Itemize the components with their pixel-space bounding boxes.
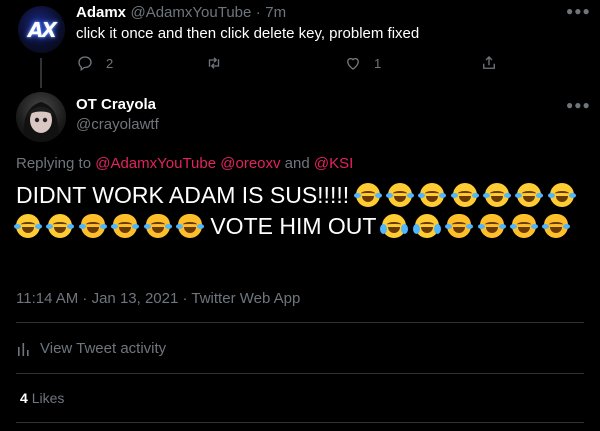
parent-time[interactable]: 7m xyxy=(265,4,286,21)
parent-more-icon[interactable]: ●●● xyxy=(566,4,591,18)
emoji-joy-cat xyxy=(143,214,172,238)
reply-icon xyxy=(78,56,92,72)
emoji-joy-cat xyxy=(477,214,506,238)
parent-author-name[interactable]: Adamx xyxy=(76,4,126,21)
crayola-avatar[interactable] xyxy=(16,92,66,142)
parent-tweet-header: Adamx @AdamxYouTube · 7m xyxy=(76,4,286,22)
reply-mention-adamx[interactable]: @AdamxYouTube xyxy=(95,155,216,172)
replying-to: Replying to @AdamxYouTube @oreoxv and @K… xyxy=(16,155,353,172)
emoji-joy-cat xyxy=(175,214,204,238)
reply-button[interactable]: 2 xyxy=(76,54,113,72)
like-count: 1 xyxy=(374,55,382,71)
emoji-joy xyxy=(385,183,414,207)
emoji-joy xyxy=(14,214,42,238)
share-button[interactable] xyxy=(480,54,498,72)
emoji-joy xyxy=(353,183,382,207)
thread-line xyxy=(40,58,42,88)
emoji-joy xyxy=(418,183,447,207)
retweet-icon xyxy=(208,57,220,69)
retweet-button[interactable] xyxy=(205,54,235,72)
parent-author-handle[interactable]: @AdamxYouTube xyxy=(130,4,251,21)
emoji-joy xyxy=(547,183,576,207)
reply-count: 2 xyxy=(106,55,114,71)
divider-1 xyxy=(16,322,584,323)
crayola-avatar-image xyxy=(23,102,59,142)
reply-mention-ksi[interactable]: @KSI xyxy=(314,155,353,172)
emoji-joy xyxy=(450,183,479,207)
emoji-joy-cat xyxy=(510,214,538,238)
replying-to-prefix: Replying to xyxy=(16,155,92,172)
main-author-handle[interactable]: @crayolawtf xyxy=(76,116,159,133)
adamx-avatar[interactable]: AX xyxy=(18,6,65,53)
likes-summary[interactable]: 4 Likes xyxy=(20,390,64,406)
emoji-joy xyxy=(46,214,75,238)
view-tweet-activity[interactable]: View Tweet activity xyxy=(16,340,166,357)
parent-tweet-text: click it once and then click delete key,… xyxy=(76,25,420,42)
reply-mention-oreoxv[interactable]: @oreoxv xyxy=(220,155,280,172)
main-more-icon[interactable]: ●●● xyxy=(566,98,591,112)
tweet-timestamp[interactable]: 11:14 AM · Jan 13, 2021 · Twitter Web Ap… xyxy=(16,290,300,307)
main-tweet-text: DIDNT WORK ADAM IS SUS!!!!! VOTE HIM OUT xyxy=(14,180,576,242)
emoji-joy-cat xyxy=(78,214,107,238)
replying-conjunction: and xyxy=(284,155,310,172)
emoji-loudly-crying xyxy=(412,214,441,238)
divider-2 xyxy=(16,373,584,374)
like-icon xyxy=(347,57,359,70)
emoji-joy-cat xyxy=(445,214,474,238)
main-text-part1: DIDNT WORK ADAM IS SUS!!!!! xyxy=(16,182,350,208)
view-tweet-activity-label: View Tweet activity xyxy=(40,340,167,357)
likes-count: 4 xyxy=(20,390,28,406)
emoji-joy xyxy=(483,183,512,207)
likes-label: Likes xyxy=(31,390,65,406)
main-text-part2: VOTE HIM OUT xyxy=(210,213,377,239)
divider-3 xyxy=(16,422,584,423)
share-icon xyxy=(483,56,495,69)
emoji-joy-cat xyxy=(542,214,571,238)
emoji-loudly-crying xyxy=(380,214,409,238)
adamx-avatar-logo: AX xyxy=(28,17,57,42)
main-author-name[interactable]: OT Crayola xyxy=(76,96,156,113)
emoji-joy xyxy=(515,183,544,207)
parent-separator: · xyxy=(255,4,261,21)
like-button[interactable]: 1 xyxy=(344,54,381,72)
emoji-joy-cat xyxy=(111,214,140,238)
activity-icon xyxy=(18,342,29,356)
